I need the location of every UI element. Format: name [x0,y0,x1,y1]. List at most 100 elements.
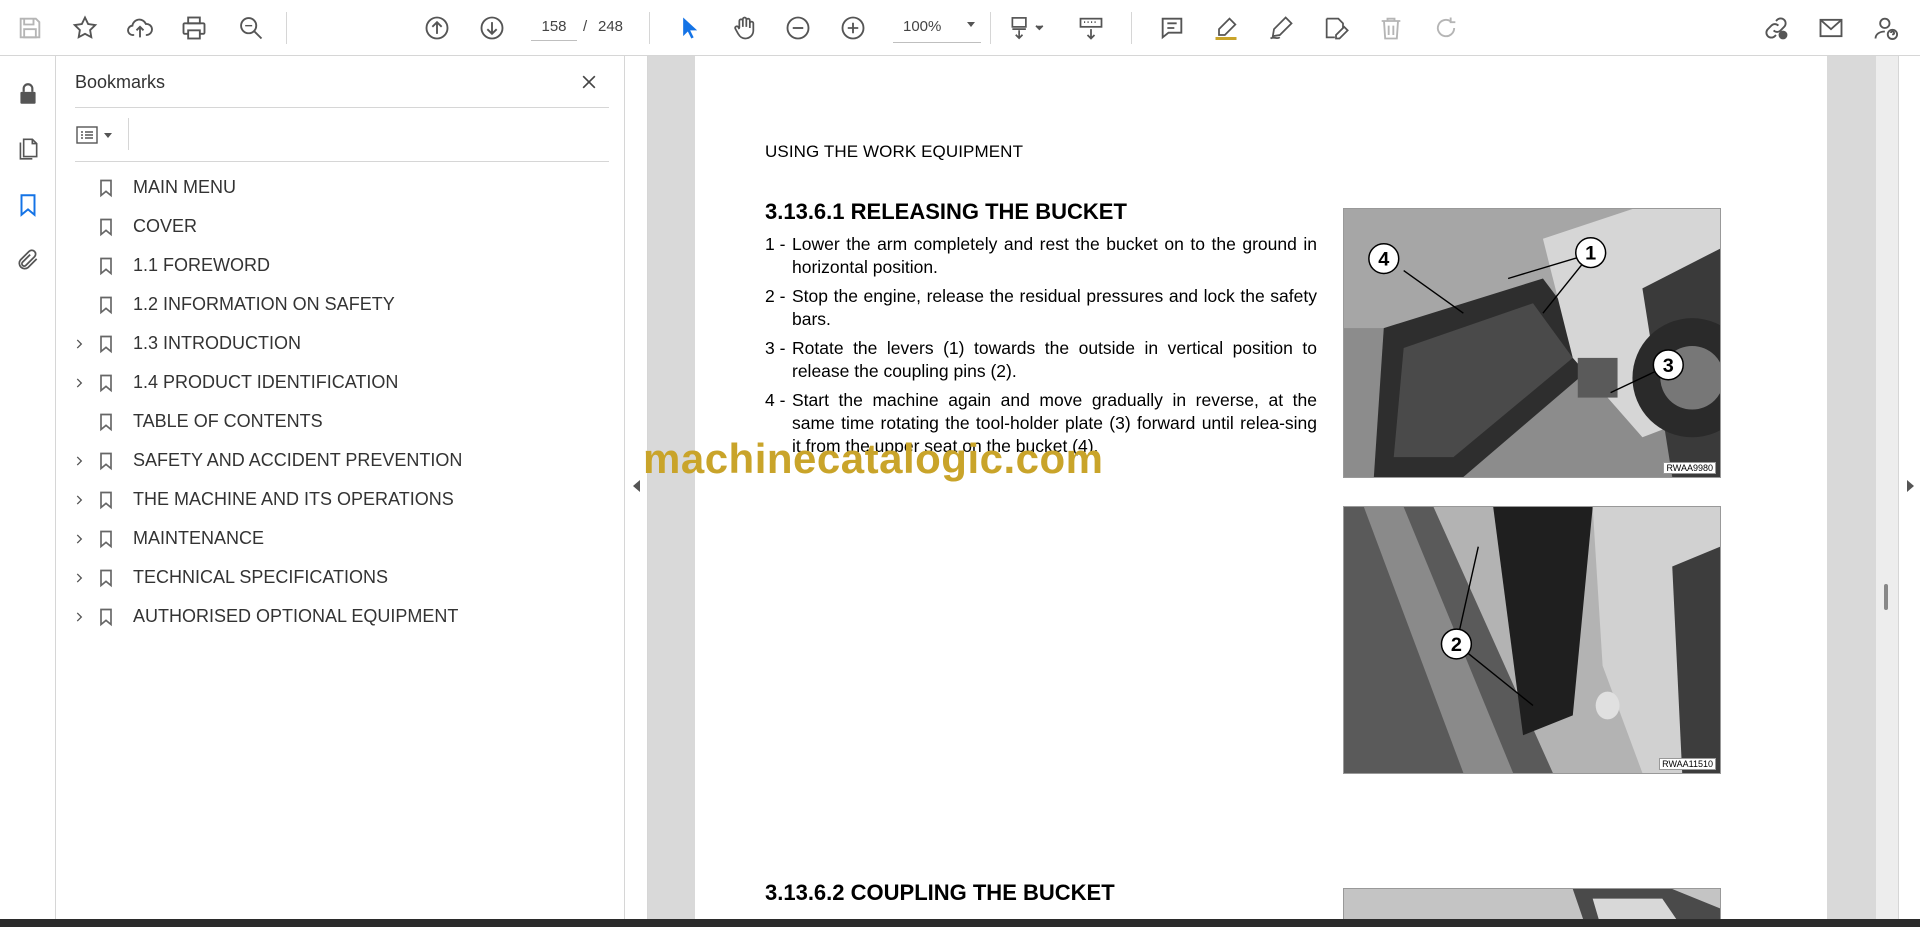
bookmark-flag-icon [95,566,117,590]
main-toolbar: / 248 100% [0,0,1920,56]
next-page-icon[interactable] [474,10,510,46]
pdf-page: USING THE WORK EQUIPMENT 3.13.6.1 RELEAS… [695,56,1827,919]
expand-right-icon[interactable] [1907,480,1914,492]
rotate-icon[interactable] [1428,10,1464,46]
bookmark-item-product-identification[interactable]: 1.4 PRODUCT IDENTIFICATION [67,363,607,402]
document-viewport[interactable]: USING THE WORK EQUIPMENT 3.13.6.1 RELEAS… [626,56,1920,919]
panel-title: Bookmarks [75,72,166,92]
bookmark-item-machine-operations[interactable]: THE MACHINE AND ITS OPERATIONS [67,480,607,519]
save-icon[interactable] [12,10,48,46]
callout-4: 4 [1378,249,1389,271]
step-item: 1 - Lower the arm completely and rest th… [765,233,1317,279]
callout-2: 2 [1451,634,1462,656]
bookmark-icon[interactable] [10,187,46,223]
chevron-right-icon[interactable] [67,605,91,629]
step-text: Rotate the levers (1) towards the outsid… [792,338,1317,381]
bookmark-label: MAIN MENU [133,177,236,197]
bookmark-flag-icon [95,293,117,317]
callout-1: 1 [1585,243,1596,265]
comment-icon[interactable] [1154,10,1190,46]
attachment-icon[interactable] [10,242,46,278]
bookmark-label: 1.4 PRODUCT IDENTIFICATION [133,372,399,392]
step-text: Lower the arm completely and rest the bu… [792,234,1317,277]
page-total: 248 [598,18,624,35]
section-title: RELEASING THE BUCKET [850,199,1127,224]
bookmark-item-cover[interactable]: COVER [67,207,607,246]
chevron-right-icon[interactable] [67,527,91,551]
page-fit-icon[interactable] [1004,10,1050,46]
step-text: Stop the engine, release the residual pr… [792,286,1317,329]
step-number: 4 - [765,390,786,410]
bookmark-item-table-of-contents[interactable]: TABLE OF CONTENTS [67,402,607,441]
vertical-scrollbar[interactable] [1876,56,1898,919]
bookmark-item-optional-equipment[interactable]: AUTHORISED OPTIONAL EQUIPMENT [67,597,607,636]
chevron-down-icon [967,22,975,27]
select-cursor-icon[interactable] [671,10,707,46]
bookmark-item-maintenance[interactable]: MAINTENANCE [67,519,607,558]
zoom-out-icon[interactable] [780,10,816,46]
lock-icon[interactable] [10,76,46,112]
hand-icon[interactable] [726,10,762,46]
photo-code: RWAA11510 [1659,758,1716,770]
chevron-right-icon[interactable] [67,449,91,473]
zoom-select[interactable]: 100% [893,13,981,43]
bookmark-label: 1.2 INFORMATION ON SAFETY [133,294,395,314]
bookmark-options-button[interactable] [75,120,121,150]
chevron-right-icon[interactable] [67,332,91,356]
bookmark-flag-icon [95,254,117,278]
scroll-mode-icon[interactable] [1073,10,1109,46]
delete-icon[interactable] [1373,10,1409,46]
bookmark-label: TECHNICAL SPECIFICATIONS [133,567,389,587]
bookmark-item-main-menu[interactable]: MAIN MENU [67,168,607,207]
bookmark-label: 1.3 INTRODUCTION [133,333,302,353]
account-help-icon[interactable] [1868,10,1904,46]
close-icon[interactable] [575,68,603,96]
section-number: 3.13.6.2 [765,880,845,905]
bookmark-item-introduction[interactable]: 1.3 INTRODUCTION [67,324,607,363]
bookmark-item-information-on-safety[interactable]: 1.2 INFORMATION ON SAFETY [67,285,607,324]
photo-code: RWAA9980 [1663,462,1716,474]
step-number: 3 - [765,338,786,358]
step-item: 3 - Rotate the levers (1) towards the ou… [765,337,1317,383]
step-item: 2 - Stop the engine, release the residua… [765,285,1317,331]
left-tool-rail [0,56,56,919]
callout-3: 3 [1663,355,1674,377]
chevron-right-icon[interactable] [67,488,91,512]
pages-icon[interactable] [10,131,46,167]
bookmark-item-technical-specifications[interactable]: TECHNICAL SPECIFICATIONS [67,558,607,597]
find-icon[interactable] [233,10,269,46]
taskbar-strip [0,919,1920,927]
print-icon[interactable] [176,10,212,46]
fill-sign-icon[interactable] [1318,10,1354,46]
bookmark-item-safety[interactable]: SAFETY AND ACCIDENT PREVENTION [67,441,607,480]
coupling-photo-partial [1343,888,1721,919]
chevron-right-icon[interactable] [67,371,91,395]
section-heading: 3.13.6.1 RELEASING THE BUCKET [765,199,1127,225]
chevron-down-icon [104,132,112,138]
bookmark-flag-icon [95,449,117,473]
share-link-icon[interactable] [1758,10,1794,46]
step-number: 2 - [765,286,786,306]
bookmark-label: SAFETY AND ACCIDENT PREVENTION [133,450,463,470]
bucket-release-photo: 4 1 3 RWAA9980 [1343,208,1721,478]
step-list: 1 - Lower the arm completely and rest th… [765,233,1317,464]
page-number-input[interactable] [531,13,577,41]
watermark-text: machinecatalogic.com [643,435,1104,482]
highlight-icon[interactable] [1208,10,1244,46]
section-number: 3.13.6.1 [765,199,845,224]
bookmark-flag-icon [95,332,117,356]
zoom-in-icon[interactable] [835,10,871,46]
star-icon[interactable] [67,10,103,46]
section-heading: 3.13.6.2 COUPLING THE BUCKET [765,880,1115,906]
previous-page-icon[interactable] [419,10,455,46]
collapse-left-icon[interactable] [633,480,640,492]
draw-icon[interactable] [1263,10,1299,46]
scroll-thumb[interactable] [1884,584,1888,610]
upload-icon[interactable] [122,10,158,46]
email-icon[interactable] [1813,10,1849,46]
page-header: USING THE WORK EQUIPMENT [765,142,1024,161]
chevron-right-icon[interactable] [67,566,91,590]
zoom-value: 100% [903,18,942,35]
bookmark-item-foreword[interactable]: 1.1 FOREWORD [67,246,607,285]
step-number: 1 - [765,234,786,254]
